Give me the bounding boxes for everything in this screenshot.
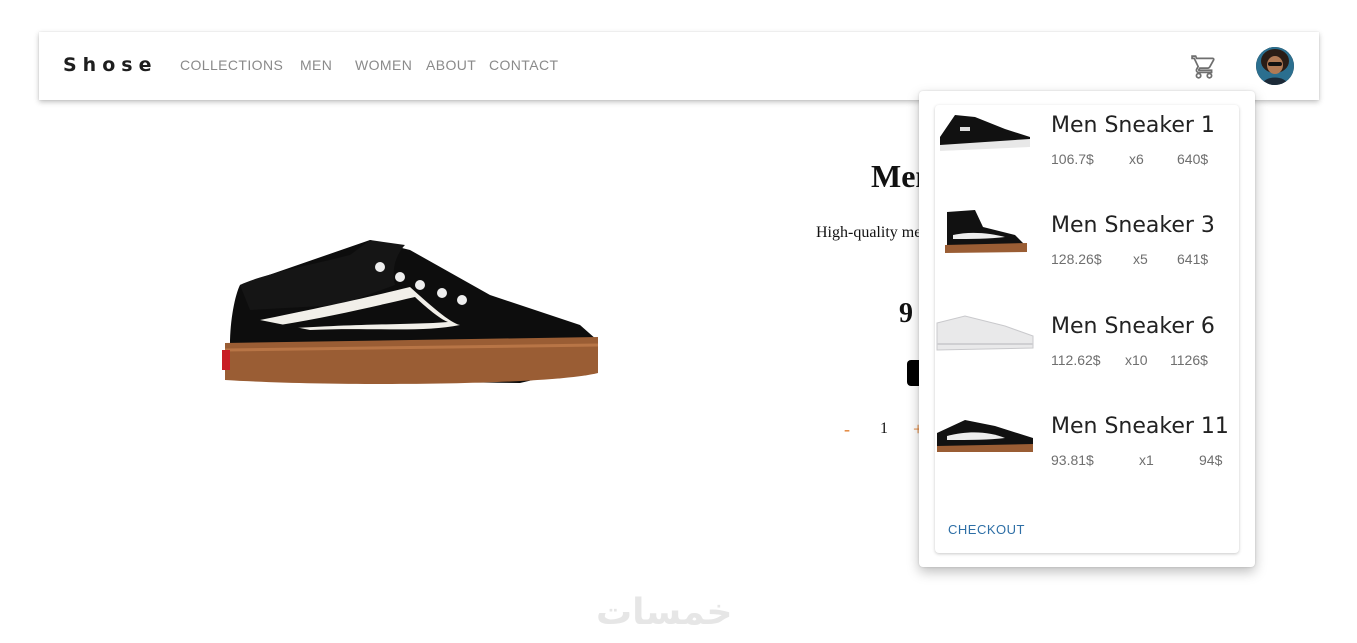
cart-dropdown: Men Sneaker 1 106.7$ x6 640$ Men Sneaker… <box>919 91 1255 567</box>
cart-item-image <box>935 408 1035 463</box>
watermark: خمسات <box>596 592 733 633</box>
cart-item-name: Men Sneaker 6 <box>1051 314 1215 339</box>
cart-item-image <box>935 207 1035 262</box>
nav-women[interactable]: WOMEN <box>355 57 412 73</box>
cart-item-price: 112.62$ <box>1051 352 1101 368</box>
cart-item[interactable]: Men Sneaker 6 112.62$ x10 1126$ <box>935 308 1239 398</box>
cart-item-price: 128.26$ <box>1051 251 1102 267</box>
cart-card: Men Sneaker 1 106.7$ x6 640$ Men Sneaker… <box>935 105 1239 553</box>
shopping-cart-icon[interactable] <box>1191 54 1217 80</box>
quantity-decrease-button[interactable]: - <box>844 419 850 440</box>
nav-men[interactable]: MEN <box>300 57 332 73</box>
top-app-bar: Shose COLLECTIONS MEN WOMEN ABOUT CONTAC… <box>39 32 1319 100</box>
nav-about[interactable]: ABOUT <box>426 57 476 73</box>
product-description: High-quality me <box>816 224 922 241</box>
cart-item-quantity: x1 <box>1139 452 1154 468</box>
cart-item-total: 641$ <box>1177 251 1209 267</box>
cart-item-price: 106.7$ <box>1051 151 1094 167</box>
quantity-value: 1 <box>880 420 888 437</box>
cart-item-quantity: x6 <box>1129 151 1144 167</box>
cart-item[interactable]: Men Sneaker 1 106.7$ x6 640$ <box>935 107 1239 197</box>
cart-item-name: Men Sneaker 1 <box>1051 113 1215 138</box>
cart-item[interactable]: Men Sneaker 11 93.81$ x1 94$ <box>935 408 1239 498</box>
cart-item-quantity: x5 <box>1133 251 1148 267</box>
cart-item-image <box>935 107 1035 162</box>
site-logo[interactable]: Shose <box>63 54 157 76</box>
cart-item-total: 1126$ <box>1170 352 1208 368</box>
cart-item-total: 94$ <box>1199 452 1223 468</box>
cart-item-total: 640$ <box>1177 151 1209 167</box>
nav-contact[interactable]: CONTACT <box>489 57 558 73</box>
cart-item-name: Men Sneaker 11 <box>1051 414 1229 439</box>
user-avatar[interactable] <box>1256 47 1294 85</box>
nav-collections[interactable]: COLLECTIONS <box>180 57 283 73</box>
cart-item-quantity: x10 <box>1125 352 1148 368</box>
cart-item[interactable]: Men Sneaker 3 128.26$ x5 641$ <box>935 207 1239 297</box>
cart-item-name: Men Sneaker 3 <box>1051 213 1215 238</box>
product-price: 9 <box>899 298 913 329</box>
checkout-button[interactable]: CHECKOUT <box>948 522 1025 537</box>
cart-item-image <box>935 308 1035 363</box>
cart-item-price: 93.81$ <box>1051 452 1094 468</box>
product-image <box>220 225 605 395</box>
